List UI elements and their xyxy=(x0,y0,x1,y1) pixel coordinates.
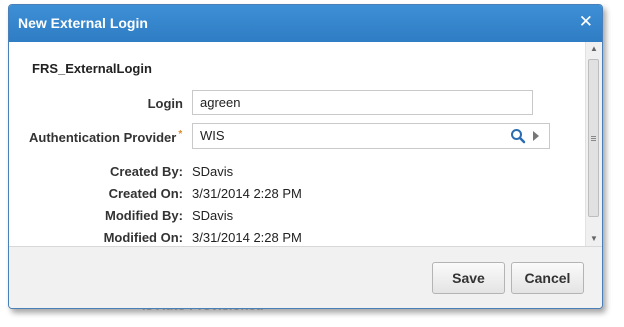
save-button[interactable]: Save xyxy=(432,262,505,294)
created-on-value: 3/31/2014 2:28 PM xyxy=(192,186,302,201)
login-input[interactable]: agreen xyxy=(192,90,533,115)
dialog-titlebar: New External Login ✕ xyxy=(9,5,602,42)
created-on-label: Created On: xyxy=(108,186,183,201)
section-title: FRS_ExternalLogin xyxy=(32,61,152,76)
dialog-footer: Save Cancel xyxy=(9,246,602,308)
cancel-button[interactable]: Cancel xyxy=(511,262,584,294)
search-icon[interactable] xyxy=(510,128,526,144)
dialog-content: FRS_ExternalLogin Login agreen Authentic… xyxy=(9,42,585,246)
login-label: Login xyxy=(147,96,183,111)
authentication-provider-input[interactable]: WIS xyxy=(192,123,550,149)
modified-on-label: Modified On: xyxy=(103,230,183,245)
close-icon[interactable]: ✕ xyxy=(579,13,593,30)
new-external-login-dialog: New External Login ✕ FRS_ExternalLogin L… xyxy=(8,4,603,309)
vertical-scrollbar[interactable]: ▲ ▼ xyxy=(585,42,602,246)
modified-on-value: 3/31/2014 2:28 PM xyxy=(192,230,302,245)
modified-by-value: SDavis xyxy=(192,208,234,223)
scrollbar-grip-icon xyxy=(591,136,596,137)
scroll-down-arrow-icon[interactable]: ▼ xyxy=(586,232,602,246)
modified-by-label: Modified By: xyxy=(105,208,183,223)
scrollbar-thumb[interactable] xyxy=(588,59,599,217)
created-by-label: Created By: xyxy=(110,164,183,179)
authentication-provider-value: WIS xyxy=(200,128,225,143)
authentication-provider-label: Authentication Provider * xyxy=(29,129,192,145)
created-by-value: SDavis xyxy=(192,164,234,179)
scroll-up-arrow-icon[interactable]: ▲ xyxy=(586,42,602,56)
authentication-provider-label-text: Authentication Provider xyxy=(29,130,177,145)
dialog-title: New External Login xyxy=(18,15,148,31)
required-marker: * xyxy=(178,129,183,140)
play-arrow-icon[interactable] xyxy=(533,131,539,141)
